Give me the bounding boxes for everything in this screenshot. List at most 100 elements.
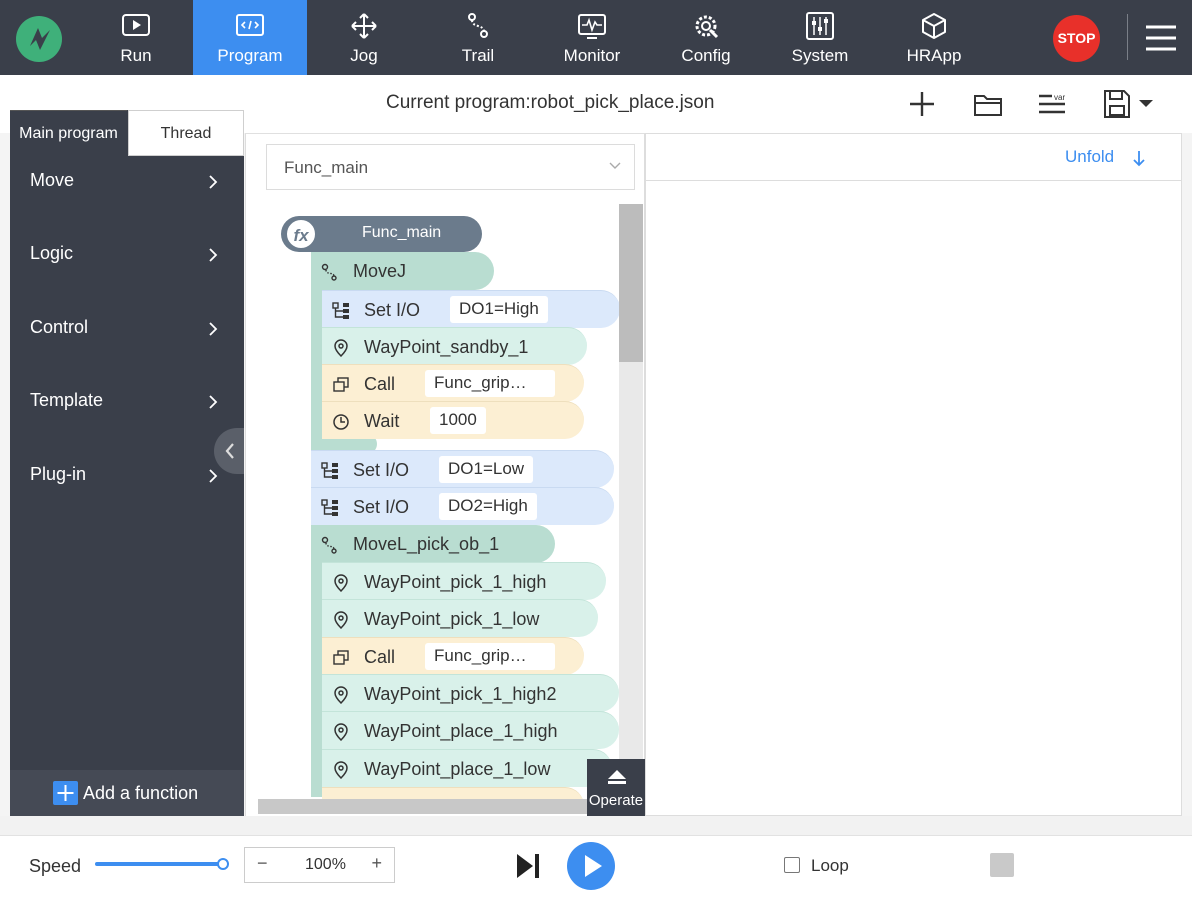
category-plug-in[interactable]: Plug-in: [30, 464, 220, 494]
category-control[interactable]: Control: [30, 317, 220, 347]
nav-trail[interactable]: Trail: [421, 0, 535, 75]
speed-slider[interactable]: [95, 862, 223, 866]
block-label: Set I/O: [353, 497, 410, 517]
divider-strip: [0, 816, 1192, 835]
call-target[interactable]: Func_grip…: [425, 643, 555, 670]
nav-config[interactable]: Config: [649, 0, 763, 75]
operate-button[interactable]: Operate: [587, 759, 645, 817]
emergency-stop-button[interactable]: STOP: [1053, 15, 1100, 62]
block-label: WayPoint_place_1_high: [364, 721, 558, 741]
function-select[interactable]: Func_main: [266, 144, 635, 190]
speed-slider-thumb[interactable]: [217, 858, 229, 870]
trail-path-icon: [468, 13, 488, 38]
sliders-icon: [806, 12, 834, 40]
io-tree-icon: [332, 302, 349, 319]
function-head-label: Func_main: [362, 224, 442, 241]
set-io-block[interactable]: Set I/O DO1=High: [322, 290, 619, 328]
arrow-down-icon[interactable]: [1132, 149, 1146, 167]
category-label: Logic: [30, 243, 74, 263]
speed-stepper: − 100% +: [244, 847, 395, 883]
call-block-partial[interactable]: [322, 787, 584, 799]
block-label: WayPoint_pick_1_high: [364, 572, 547, 592]
block-label: WayPoint_pick_1_high2: [364, 684, 557, 704]
waypoint-block[interactable]: WayPoint_pick_1_high2: [322, 674, 619, 712]
waypoint-block[interactable]: WayPoint_place_1_low: [322, 749, 612, 787]
location-pin-icon: [334, 611, 348, 629]
nav-label: Monitor: [563, 46, 621, 65]
location-pin-icon: [334, 686, 348, 704]
waypoint-block[interactable]: WayPoint_sandby_1: [322, 327, 587, 365]
waypoint-block[interactable]: WayPoint_pick_1_high: [322, 562, 606, 600]
nav-program[interactable]: Program: [193, 0, 307, 75]
move-path-icon: [321, 536, 337, 554]
category-label: Move: [30, 170, 75, 190]
category-logic[interactable]: Logic: [30, 243, 220, 273]
call-block[interactable]: Call Func_grip…: [322, 364, 584, 402]
location-pin-icon: [334, 761, 348, 779]
step-forward-icon[interactable]: [514, 851, 542, 881]
operate-label: Operate: [588, 792, 644, 809]
horizontal-scrollbar[interactable]: [258, 799, 588, 814]
set-io-block[interactable]: Set I/O DO1=Low: [311, 450, 614, 488]
save-dropdown-icon[interactable]: [1102, 88, 1158, 120]
nav-system[interactable]: System: [763, 0, 877, 75]
decrease-speed-button[interactable]: −: [257, 853, 268, 874]
variables-icon[interactable]: var: [1036, 88, 1068, 120]
gear-tools-icon: [695, 15, 719, 39]
page-title: Current program:robot_pick_place.json: [386, 92, 715, 113]
monitor-wave-icon: [578, 14, 606, 39]
nav-hrapp[interactable]: HRApp: [877, 0, 991, 75]
wait-value[interactable]: 1000: [430, 407, 486, 434]
eject-icon: [608, 770, 626, 784]
nav-label: HRApp: [906, 46, 962, 65]
move-arrows-icon: [351, 13, 377, 39]
add-function-button[interactable]: Add a function: [10, 770, 244, 816]
location-pin-icon: [334, 723, 348, 741]
chevron-left-icon: [225, 443, 234, 459]
speed-value[interactable]: 100%: [305, 856, 346, 874]
category-label: Template: [30, 390, 104, 410]
play-screen-icon: [122, 14, 150, 36]
chevron-right-icon: [209, 395, 218, 409]
loop-checkbox[interactable]: [784, 857, 800, 873]
hamburger-menu-icon[interactable]: [1145, 22, 1177, 54]
movej-block[interactable]: MoveJ: [311, 252, 494, 290]
io-tree-icon: [321, 499, 338, 516]
tab-thread[interactable]: Thread: [128, 110, 244, 156]
chevron-down-icon: [609, 162, 621, 169]
open-folder-icon[interactable]: [972, 88, 1004, 120]
waypoint-block[interactable]: WayPoint_place_1_high: [322, 711, 619, 749]
function-palette: Main program Thread Move Logic Control T…: [10, 110, 244, 816]
selected-function: Func_main: [284, 158, 369, 177]
top-navigation: Run Program Jog Trail Monitor Config Sys…: [0, 0, 1192, 75]
vertical-scroll-thumb[interactable]: [619, 204, 643, 362]
category-template[interactable]: Template: [30, 390, 220, 420]
io-value[interactable]: DO1=High: [450, 296, 548, 323]
nav-run[interactable]: Run: [79, 0, 193, 75]
nav-divider: [1127, 14, 1128, 60]
tab-main-program[interactable]: Main program: [10, 110, 127, 156]
new-program-icon[interactable]: [906, 88, 938, 120]
io-value[interactable]: DO2=High: [439, 493, 537, 520]
increase-speed-button[interactable]: +: [371, 853, 382, 874]
call-target[interactable]: Func_grip…: [425, 370, 555, 397]
stop-program-button[interactable]: [990, 853, 1014, 877]
nav-label: Config: [681, 46, 731, 65]
wait-block[interactable]: Wait 1000: [322, 401, 584, 439]
set-io-block[interactable]: Set I/O DO2=High: [311, 487, 614, 525]
waypoint-block[interactable]: WayPoint_pick_1_low: [322, 599, 598, 637]
category-move[interactable]: Move: [30, 170, 220, 200]
nav-jog[interactable]: Jog: [307, 0, 421, 75]
unfold-button[interactable]: Unfold: [1065, 147, 1114, 167]
movel-block[interactable]: MoveL_pick_ob_1: [311, 525, 555, 563]
collapse-panel-button[interactable]: [214, 428, 244, 474]
block-label: Set I/O: [353, 460, 410, 480]
nav-monitor[interactable]: Monitor: [535, 0, 649, 75]
program-tree-panel: Func_main fx Func_main MoveJ Set I/O DO1…: [245, 133, 645, 817]
chevron-right-icon: [209, 248, 218, 262]
category-label: Control: [30, 317, 89, 337]
function-head-block[interactable]: fx Func_main: [281, 216, 482, 252]
io-value[interactable]: DO1=Low: [439, 456, 534, 483]
call-block[interactable]: Call Func_grip…: [322, 637, 584, 675]
play-button[interactable]: [567, 842, 615, 890]
